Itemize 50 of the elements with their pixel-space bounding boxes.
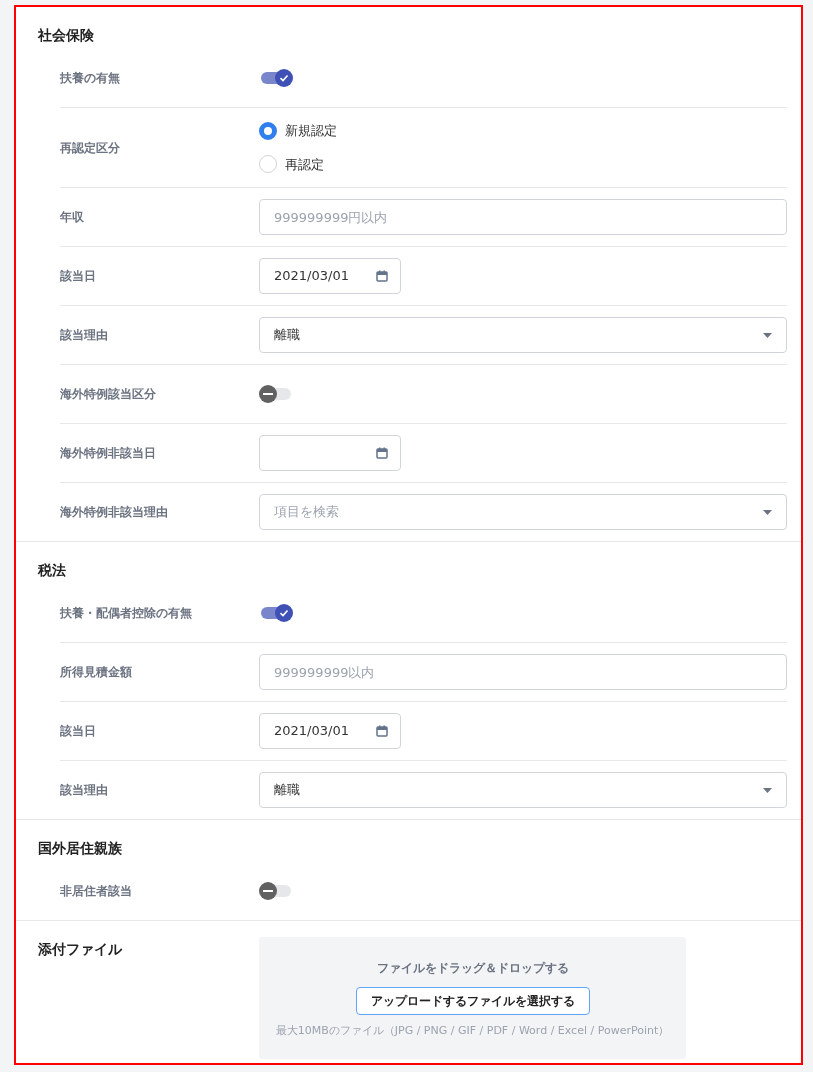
calendar-icon <box>376 447 388 459</box>
field-label: 海外特例該当区分 <box>60 386 156 403</box>
file-limit-note: 最大10MBのファイル（JPG / PNG / GIF / PDF / Word / Excel / PowerPoint） <box>275 1023 670 1039</box>
select-value: 離職 <box>274 781 300 800</box>
field-label: 該当理由 <box>60 327 108 344</box>
field-label: 所得見積金額 <box>60 664 132 681</box>
section-title: 税法 <box>36 560 67 580</box>
field-label: 該当日 <box>60 723 96 740</box>
select-placeholder: 項目を検索 <box>274 503 339 522</box>
text-field[interactable]: 999999999円以内 <box>259 199 787 235</box>
select-value: 離職 <box>274 326 300 345</box>
field-label: 非居住者該当 <box>60 883 132 900</box>
dropdown-caret-icon <box>763 787 772 793</box>
toggle-switch[interactable] <box>259 383 293 405</box>
dropdown-caret-icon <box>763 332 772 338</box>
select-field[interactable]: 離職 <box>259 317 787 353</box>
select-field[interactable]: 離職 <box>259 772 787 808</box>
section-title: 社会保険 <box>37 25 95 45</box>
section-title: 添付ファイル <box>38 941 122 957</box>
field-label: 海外特例非該当理由 <box>60 504 168 521</box>
field-label: 該当理由 <box>60 782 108 799</box>
calendar-icon <box>376 270 388 282</box>
upload-button[interactable]: アップロードするファイルを選択する <box>355 987 590 1015</box>
toggle-switch[interactable] <box>259 602 293 624</box>
dropdown-caret-icon <box>763 509 772 515</box>
field-label: 該当日 <box>60 268 96 285</box>
date-field[interactable]: 2021/03/01 <box>259 713 401 749</box>
calendar-icon <box>376 725 388 737</box>
radio-button[interactable] <box>259 121 277 140</box>
field-label: 再認定区分 <box>60 139 120 157</box>
section-title: 国外居住親族 <box>37 838 123 858</box>
date-value: 2021/03/01 <box>274 267 349 286</box>
file-drop-zone[interactable]: ファイルをドラッグ＆ドロップする アップロードするファイルを選択する 最大10MBのファイル（JPG / PNG / GIF / PDF / Word / Excel / PowerPoint） <box>259 937 686 1059</box>
field-label: 扶養・配偶者控除の有無 <box>60 605 192 622</box>
drop-hint: ファイルをドラッグ＆ドロップする <box>376 960 569 977</box>
date-field[interactable] <box>259 435 401 471</box>
minus-icon <box>263 890 273 892</box>
toggle-switch[interactable] <box>259 880 293 902</box>
date-field[interactable]: 2021/03/01 <box>259 258 401 294</box>
radio-label: 新規認定 <box>285 122 337 140</box>
radio-label: 再認定 <box>285 155 324 174</box>
check-icon <box>279 73 289 83</box>
toggle-switch[interactable] <box>259 67 293 89</box>
minus-icon <box>263 393 273 395</box>
field-label: 扶養の有無 <box>60 70 120 87</box>
date-value: 2021/03/01 <box>274 722 349 741</box>
field-label: 海外特例非該当日 <box>60 445 156 462</box>
check-icon <box>279 608 289 618</box>
field-label: 年収 <box>60 209 84 226</box>
text-field[interactable]: 999999999以内 <box>259 654 787 690</box>
